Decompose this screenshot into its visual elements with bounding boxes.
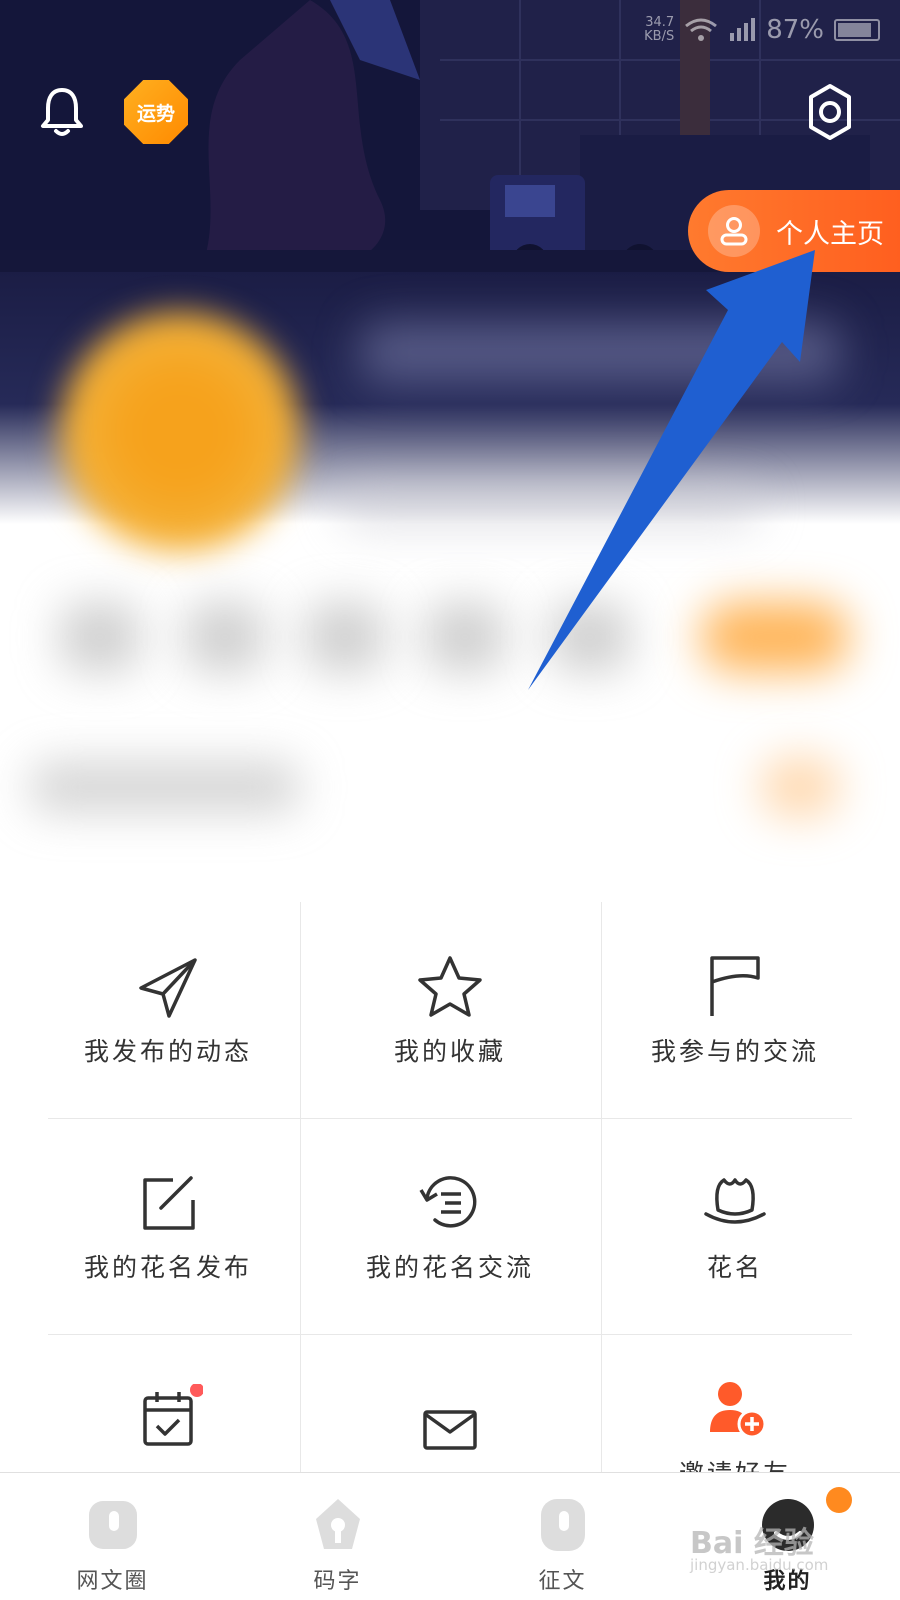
personal-homepage-button[interactable]: 个人主页 xyxy=(688,190,900,272)
personal-homepage-label: 个人主页 xyxy=(776,218,884,250)
menu-item-my-pen-name-discussions[interactable]: 我的花名交流 xyxy=(316,1118,584,1334)
wifi-icon xyxy=(685,18,718,41)
notification-bell-icon[interactable] xyxy=(38,84,86,138)
chat-refresh-icon xyxy=(419,1176,477,1228)
blurred-profile-area xyxy=(0,272,900,872)
blurred-username xyxy=(360,322,840,382)
tab-zhengwen[interactable]: 征文 xyxy=(450,1473,675,1600)
fortune-badge[interactable]: 运势 xyxy=(124,80,188,144)
star-icon xyxy=(418,956,482,1017)
tab-label: 码字 xyxy=(313,1569,362,1594)
tab-wenquan[interactable]: 网文圈 xyxy=(0,1473,225,1600)
settings-gear-icon[interactable] xyxy=(800,82,860,142)
lotus-icon xyxy=(704,1178,766,1224)
tab-mazi[interactable]: 码字 xyxy=(225,1473,450,1600)
blurred-row-action[interactable] xyxy=(760,757,840,817)
menu-item-favorites[interactable]: 我的收藏 xyxy=(316,902,584,1118)
menu-item-pen-name[interactable]: 花名 xyxy=(601,1118,869,1334)
blurred-action-button[interactable] xyxy=(700,602,850,672)
watermark-url: jingyan.baidu.com xyxy=(690,1556,829,1574)
blurred-row-text xyxy=(30,762,300,812)
avatar[interactable] xyxy=(60,312,300,552)
menu-item-my-pen-name-posts[interactable]: 我的花名发布 xyxy=(34,1118,302,1334)
menu-item-my-discussions[interactable]: 我参与的交流 xyxy=(601,902,869,1118)
feature-menu-grid: 我发布的动态 我的收藏 我参与的交流 我的花名发布 我的花名交流 花名 xyxy=(48,902,852,1488)
edit-square-icon xyxy=(143,1176,195,1230)
signal-icon xyxy=(730,18,756,41)
blurred-stat xyxy=(550,602,630,672)
flag-icon xyxy=(710,956,760,1016)
status-bar: 34.7 KB/S 87% xyxy=(644,12,880,48)
menu-item-label: 我发布的动态 xyxy=(83,1037,252,1066)
person-icon xyxy=(708,205,760,257)
battery-percentage: 87% xyxy=(766,15,824,45)
calendar-check-icon xyxy=(143,1384,203,1446)
menu-item-label: 我的花名交流 xyxy=(365,1253,534,1282)
battery-icon xyxy=(834,19,880,41)
battery-fill xyxy=(838,23,871,37)
pen-tab-icon xyxy=(315,1499,360,1549)
menu-item-label: 我参与的交流 xyxy=(650,1037,819,1066)
menu-item-label: 花名 xyxy=(706,1253,763,1282)
network-speed-value: 34.7 xyxy=(645,15,675,30)
circle-tab-icon xyxy=(88,1501,137,1549)
paper-plane-icon xyxy=(139,958,197,1018)
blurred-stat xyxy=(305,602,385,672)
menu-item-label: 我的花名发布 xyxy=(83,1253,252,1282)
contest-tab-icon xyxy=(540,1499,585,1551)
notification-badge xyxy=(826,1487,852,1513)
network-speed: 34.7 KB/S xyxy=(644,16,674,44)
network-speed-unit: KB/S xyxy=(644,29,675,44)
mail-icon xyxy=(423,1410,477,1450)
blurred-user-info xyxy=(340,487,760,527)
invite-friend-icon xyxy=(710,1382,767,1439)
tab-label: 网文圈 xyxy=(76,1569,149,1594)
blurred-stat xyxy=(425,602,505,672)
tab-label: 征文 xyxy=(538,1569,587,1594)
blurred-stat xyxy=(185,602,265,672)
menu-item-label: 我的收藏 xyxy=(393,1037,506,1066)
menu-item-my-posts[interactable]: 我发布的动态 xyxy=(34,902,302,1118)
blurred-stat xyxy=(60,602,140,672)
